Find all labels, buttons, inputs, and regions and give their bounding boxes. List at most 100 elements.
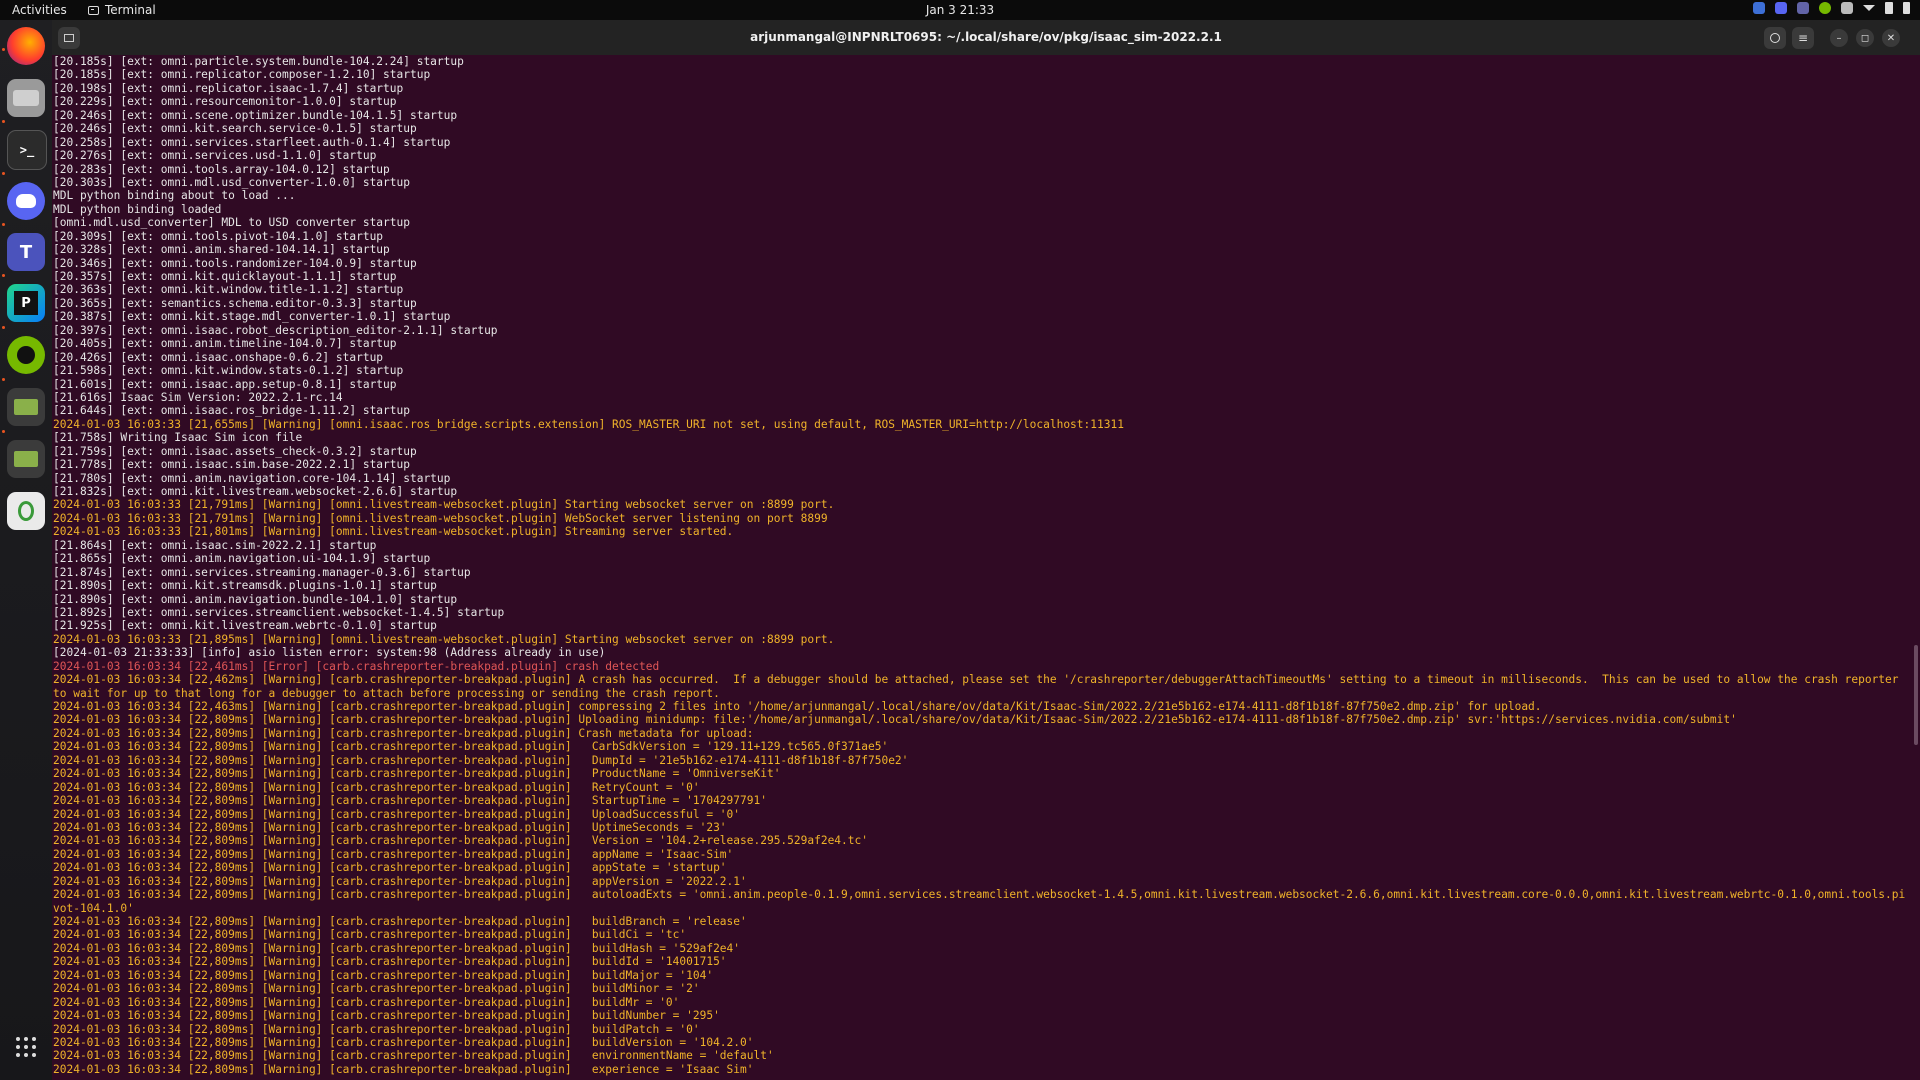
terminal-headerbar: arjunmangal@INPNRLT0695: ~/.local/share/… [52, 20, 1920, 55]
log-line: [20.357s] [ext: omni.kit.quicklayout-1.1… [53, 270, 397, 283]
volume-icon[interactable] [1885, 2, 1893, 14]
log-line: 2024-01-03 16:03:34 [22,809ms] [Warning]… [53, 820, 727, 834]
tray-nvidia-icon[interactable] [1819, 2, 1831, 14]
clock[interactable]: Jan 3 21:33 [0, 3, 1920, 17]
maximize-button[interactable]: ◻ [1856, 29, 1874, 47]
log-line: 2024-01-03 16:03:34 [22,809ms] [Warning]… [53, 928, 687, 942]
log-line: 2024-01-03 16:03:34 [22,809ms] [Warning]… [53, 847, 734, 861]
log-line: 2024-01-03 16:03:34 [22,809ms] [Warning]… [53, 834, 868, 848]
log-line: 2024-01-03 16:03:34 [22,809ms] [Warning]… [53, 713, 1737, 727]
log-line: [21.832s] [ext: omni.kit.livestream.webs… [53, 485, 458, 498]
log-line: [21.892s] [ext: omni.services.streamclie… [53, 605, 505, 619]
terminal-icon[interactable]: >_ [7, 130, 47, 170]
log-line: 2024-01-03 16:03:34 [22,461ms] [Error] [… [53, 659, 660, 673]
log-line: [omni.mdl.usd_converter] MDL to USD conv… [53, 216, 410, 230]
window-title: arjunmangal@INPNRLT0695: ~/.local/share/… [750, 30, 1222, 44]
log-line: [21.874s] [ext: omni.services.streaming.… [53, 565, 471, 579]
maximize-icon: ◻ [1860, 32, 1870, 44]
tray-teams-icon[interactable] [1797, 2, 1809, 14]
log-line: [21.644s] [ext: omni.isaac.ros_bridge-1.… [53, 404, 410, 418]
log-line: 2024-01-03 16:03:33 [21,791ms] [Warning]… [53, 511, 828, 525]
running-indicator [2, 48, 5, 51]
log-line: [21.925s] [ext: omni.kit.livestream.webr… [53, 619, 437, 633]
log-line: to wait for up to that long for a debugg… [53, 686, 720, 700]
log-line: [20.276s] [ext: omni.services.usd-1.1.0]… [53, 149, 377, 163]
log-line: [21.890s] [ext: omni.anim.navigation.bun… [53, 592, 458, 606]
firefox-icon[interactable] [7, 27, 45, 65]
log-line: 2024-01-03 16:03:34 [22,809ms] [Warning]… [53, 1049, 774, 1063]
log-line: 2024-01-03 16:03:33 [21,791ms] [Warning]… [53, 498, 835, 512]
log-line: [20.363s] [ext: omni.kit.window.title-1.… [53, 283, 404, 297]
activities-button[interactable]: Activities [12, 3, 67, 17]
system-tray[interactable] [1753, 2, 1910, 14]
running-indicator [2, 326, 5, 329]
log-line: 2024-01-03 16:03:33 [21,801ms] [Warning]… [53, 525, 734, 539]
log-line: 2024-01-03 16:03:34 [22,809ms] [Warning]… [53, 794, 767, 808]
log-line: [21.616s] Isaac Sim Version: 2022.2.1-rc… [53, 390, 343, 404]
search-button[interactable] [1764, 27, 1786, 49]
log-line: 2024-01-03 16:03:34 [22,809ms] [Warning]… [53, 941, 741, 955]
tray-window-icon[interactable] [1841, 2, 1853, 14]
log-line: [20.405s] [ext: omni.anim.timeline-104.0… [53, 337, 397, 351]
search-icon [1770, 33, 1780, 43]
battery-icon[interactable] [1903, 2, 1910, 14]
log-line: [20.328s] [ext: omni.anim.shared-104.14.… [53, 243, 390, 257]
log-line: [21.780s] [ext: omni.anim.navigation.cor… [53, 471, 451, 485]
scrollbar[interactable] [1914, 645, 1918, 745]
log-line: [21.601s] [ext: omni.isaac.app.setup-0.8… [53, 377, 397, 391]
log-line: [21.864s] [ext: omni.isaac.sim-2022.2.1]… [53, 538, 377, 552]
log-line: 2024-01-03 16:03:34 [22,809ms] [Warning]… [53, 780, 700, 794]
omniverse-icon[interactable] [7, 388, 45, 426]
log-line: 2024-01-03 16:03:34 [22,809ms] [Warning]… [53, 915, 747, 928]
log-line: [20.309s] [ext: omni.tools.pivot-104.1.0… [53, 229, 384, 243]
log-line: [2024-01-03 21:33:33] [info] asio listen… [53, 646, 606, 660]
teams-icon[interactable]: T [7, 233, 45, 271]
log-line: 2024-01-03 16:03:34 [22,809ms] [Warning]… [53, 861, 727, 875]
log-line: [20.303s] [ext: omni.mdl.usd_converter-1… [53, 175, 410, 189]
close-button[interactable]: ✕ [1882, 29, 1900, 47]
log-line: [20.346s] [ext: omni.tools.randomizer-10… [53, 256, 417, 270]
log-line: [21.865s] [ext: omni.anim.navigation.ui-… [53, 552, 431, 566]
menu-button[interactable]: ≡ [1792, 27, 1814, 49]
log-line: [20.258s] [ext: omni.services.starfleet.… [53, 135, 451, 149]
files-icon[interactable] [7, 79, 45, 117]
app-name: Terminal [105, 3, 156, 17]
discord-icon[interactable] [7, 182, 45, 220]
log-line: 2024-01-03 16:03:33 [21,895ms] [Warning]… [53, 632, 835, 646]
trash-icon[interactable] [7, 492, 45, 530]
running-indicator [2, 172, 5, 175]
omniverse-icon-2[interactable] [7, 440, 45, 478]
log-line: MDL python binding loaded [53, 202, 222, 216]
log-line: 2024-01-03 16:03:34 [22,809ms] [Warning]… [53, 968, 714, 982]
log-line: 2024-01-03 16:03:34 [22,809ms] [Warning]… [53, 874, 747, 888]
log-line: 2024-01-03 16:03:34 [22,809ms] [Warning]… [53, 740, 889, 754]
log-line: [20.426s] [ext: omni.isaac.onshape-0.6.2… [53, 350, 384, 364]
minimize-button[interactable]: – [1830, 29, 1848, 47]
log-line: [20.283s] [ext: omni.tools.array-104.0.1… [53, 162, 390, 176]
running-indicator [2, 223, 5, 226]
log-line: 2024-01-03 16:03:34 [22,809ms] [Warning]… [53, 753, 909, 767]
log-line: 2024-01-03 16:03:34 [22,809ms] [Warning]… [53, 767, 781, 781]
running-indicator [2, 274, 5, 277]
wifi-icon[interactable] [1863, 5, 1875, 11]
terminal-output[interactable]: [20.185s] [ext: omni.particle.system.bun… [52, 55, 1920, 1080]
log-line: MDL python binding about to load ... [53, 189, 296, 203]
show-apps-icon[interactable] [7, 1028, 45, 1066]
app-menu[interactable]: Terminal [88, 3, 156, 17]
log-line: 2024-01-03 16:03:34 [22,809ms] [Warning]… [53, 955, 727, 969]
log-line: [20.365s] [ext: semantics.schema.editor-… [53, 296, 417, 310]
log-line: 2024-01-03 16:03:34 [22,463ms] [Warning]… [53, 700, 1542, 713]
nvidia-icon[interactable] [7, 336, 45, 374]
log-line: 2024-01-03 16:03:34 [22,809ms] [Warning]… [53, 1022, 700, 1036]
tray-discord-icon[interactable] [1775, 2, 1787, 14]
log-line: 2024-01-03 16:03:33 [21,655ms] [Warning]… [53, 417, 1124, 431]
tray-app-icon[interactable] [1753, 2, 1765, 14]
log-line: [20.185s] [ext: omni.replicator.composer… [53, 68, 431, 82]
log-line: 2024-01-03 16:03:34 [22,809ms] [Warning]… [53, 807, 741, 821]
terminal-small-icon [88, 5, 99, 15]
log-line: 2024-01-03 16:03:34 [22,809ms] [Warning]… [53, 1062, 754, 1076]
log-line: [20.387s] [ext: omni.kit.stage.mdl_conve… [53, 310, 451, 324]
log-line: [20.397s] [ext: omni.isaac.robot_descrip… [53, 323, 498, 337]
pycharm-icon[interactable]: P [7, 284, 45, 322]
close-icon: ✕ [1886, 32, 1896, 44]
